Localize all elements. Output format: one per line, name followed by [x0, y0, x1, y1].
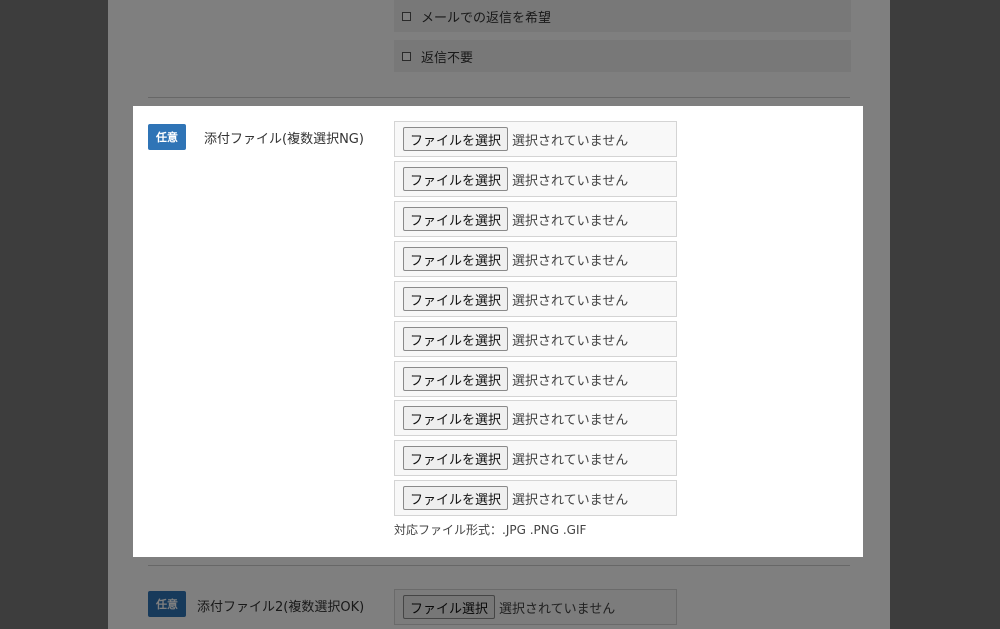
choose-file-button[interactable]: ファイルを選択	[403, 446, 509, 470]
supported-formats-note: 対応ファイル形式：.JPG .PNG .GIF	[394, 523, 587, 537]
file-status: 選択されていません	[512, 173, 629, 189]
optional-badge: 任意	[148, 124, 186, 150]
file-status: 選択されていません	[512, 333, 629, 349]
file-input-5[interactable]: ファイルを選択 選択されていません	[394, 281, 677, 317]
file-input-6[interactable]: ファイルを選択 選択されていません	[394, 321, 677, 357]
choose-file-button[interactable]: ファイルを選択	[403, 486, 509, 510]
file-input-8[interactable]: ファイルを選択 選択されていません	[394, 400, 677, 436]
file-input-4[interactable]: ファイルを選択 選択されていません	[394, 241, 677, 277]
choose-file-button[interactable]: ファイルを選択	[403, 287, 509, 311]
file-status: 選択されていません	[512, 293, 629, 309]
attachment-label: 添付ファイル(複数選択NG)	[204, 132, 364, 147]
file-status: 選択されていません	[512, 412, 629, 428]
choose-file-button[interactable]: ファイルを選択	[403, 327, 509, 351]
choose-file-button[interactable]: ファイルを選択	[403, 247, 509, 271]
file-input-9[interactable]: ファイルを選択 選択されていません	[394, 440, 677, 476]
file-status: 選択されていません	[512, 492, 629, 508]
file-status: 選択されていません	[512, 373, 629, 389]
choose-file-button[interactable]: ファイルを選択	[403, 167, 509, 191]
choose-file-button[interactable]: ファイルを選択	[403, 127, 509, 151]
choose-file-button[interactable]: ファイルを選択	[403, 406, 509, 430]
file-status: 選択されていません	[512, 133, 629, 149]
file-input-7[interactable]: ファイルを選択 選択されていません	[394, 361, 677, 397]
file-status: 選択されていません	[512, 253, 629, 269]
choose-file-button[interactable]: ファイルを選択	[403, 207, 509, 231]
choose-file-button[interactable]: ファイルを選択	[403, 367, 509, 391]
file-status: 選択されていません	[512, 452, 629, 468]
file-status: 選択されていません	[512, 213, 629, 229]
file-input-3[interactable]: ファイルを選択 選択されていません	[394, 201, 677, 237]
file-input-10[interactable]: ファイルを選択 選択されていません	[394, 480, 677, 516]
file-input-2[interactable]: ファイルを選択 選択されていません	[394, 161, 677, 197]
file-input-1[interactable]: ファイルを選択 選択されていません	[394, 121, 677, 157]
